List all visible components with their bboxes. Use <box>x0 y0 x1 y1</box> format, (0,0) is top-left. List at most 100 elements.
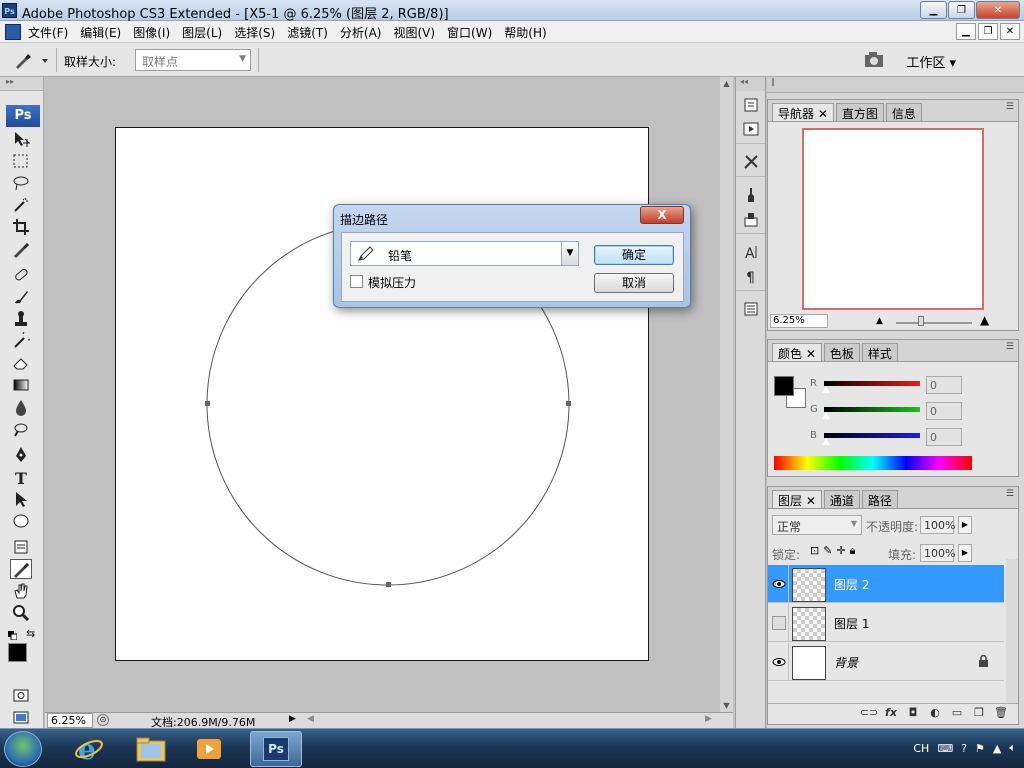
blend-mode-select[interactable]: 正常 ▼ <box>772 515 862 535</box>
foreground-color-swatch[interactable] <box>8 643 27 662</box>
link-icon[interactable]: ⊂⊃ <box>858 704 880 722</box>
layer-row-layer2[interactable]: 图层 2 <box>768 565 1004 603</box>
simulate-pressure-checkbox[interactable] <box>350 275 363 288</box>
swap-colors-icon[interactable]: ⇆ <box>26 627 35 640</box>
panel-menu-icon[interactable]: ☰ <box>1006 342 1014 352</box>
doc-restore-button[interactable]: ❐ <box>978 23 998 40</box>
media-player-icon[interactable] <box>186 731 232 767</box>
character-panel-icon[interactable]: A <box>740 242 762 262</box>
panels-grip[interactable]: ‖ <box>767 77 1024 93</box>
tab-swatches[interactable]: 色板 <box>823 343 860 361</box>
tool-presets-icon[interactable] <box>740 152 762 172</box>
notes-tool-icon[interactable] <box>10 537 32 557</box>
close-icon[interactable]: ✕ <box>806 347 816 361</box>
layer-name[interactable]: 图层 1 <box>834 615 869 632</box>
vertical-scrollbar[interactable]: ▲ ▼ <box>720 77 733 712</box>
layer-name[interactable]: 图层 2 <box>834 576 869 593</box>
chevron-down-icon[interactable]: ▼ <box>561 242 578 265</box>
pen-tool-icon[interactable] <box>10 445 32 465</box>
blur-tool-icon[interactable] <box>10 397 32 417</box>
status-info-icon[interactable]: ⊙ <box>97 714 109 726</box>
minimize-button[interactable]: ▁ <box>920 1 947 19</box>
tab-channels[interactable]: 通道 <box>823 490 860 508</box>
doc-close-button[interactable]: ✕ <box>1000 23 1020 40</box>
ok-button[interactable]: 确定 <box>594 245 674 265</box>
menu-filter[interactable]: 滤镜(T) <box>287 24 328 41</box>
dialog-close-button[interactable]: X <box>640 206 684 224</box>
scroll-down-icon[interactable]: ▼ <box>720 701 733 710</box>
fx-icon[interactable]: fx <box>880 704 902 722</box>
brush-tool-icon[interactable] <box>10 287 32 307</box>
menu-layer[interactable]: 图层(L) <box>182 24 222 41</box>
photoshop-taskbar-button[interactable]: Ps <box>250 731 302 767</box>
red-slider[interactable] <box>824 381 920 386</box>
layer-name[interactable]: 背景 <box>834 654 858 671</box>
adjustment-icon[interactable]: ◐ <box>924 704 946 722</box>
menu-help[interactable]: 帮助(H) <box>504 24 546 41</box>
type-tool-icon[interactable]: T <box>10 467 32 487</box>
layer-row-layer1[interactable]: 图层 1 <box>768 604 1004 642</box>
close-icon[interactable]: ✕ <box>818 107 828 121</box>
tab-navigator[interactable]: 导航器 ✕ <box>772 103 834 121</box>
menu-image[interactable]: 图像(I) <box>133 24 170 41</box>
group-icon[interactable]: ▭ <box>946 704 968 722</box>
mask-icon[interactable]: ◘ <box>902 704 924 722</box>
marquee-tool-icon[interactable] <box>10 151 32 171</box>
tab-layers[interactable]: 图层 ✕ <box>772 490 822 508</box>
dodge-tool-icon[interactable] <box>10 419 32 439</box>
workspace-menu[interactable]: 工作区 ▾ <box>906 52 956 71</box>
move-tool-icon[interactable] <box>10 129 32 149</box>
path-selection-tool-icon[interactable] <box>10 489 32 509</box>
hand-tool-icon[interactable] <box>10 581 32 601</box>
menu-file[interactable]: 文件(F) <box>28 24 68 41</box>
tab-color[interactable]: 颜色 ✕ <box>772 343 822 361</box>
scroll-up-icon[interactable]: ▲ <box>720 79 733 88</box>
navigator-thumbnail[interactable] <box>802 128 984 310</box>
restore-button[interactable]: ❐ <box>948 1 975 19</box>
crop-tool-icon[interactable] <box>10 217 32 237</box>
navigator-zoom-field[interactable]: 6.25% <box>770 314 828 328</box>
quick-mask-icon[interactable] <box>10 685 32 705</box>
green-slider[interactable] <box>824 407 920 412</box>
folder-icon[interactable] <box>128 731 174 767</box>
visibility-eye-icon[interactable] <box>772 577 786 591</box>
lock-transparency-icon[interactable]: ⊡ <box>810 544 819 558</box>
menu-edit[interactable]: 编辑(E) <box>80 24 121 41</box>
path-anchor-point[interactable] <box>386 582 391 587</box>
clone-stamp-tool-icon[interactable] <box>10 309 32 329</box>
ellipse-tool-icon[interactable] <box>10 511 32 531</box>
layer-row-background[interactable]: 背景 <box>768 643 1004 681</box>
toolbox-grip[interactable]: ▸▸ <box>0 77 43 91</box>
close-icon[interactable]: ✕ <box>806 494 816 508</box>
visibility-toggle-off[interactable] <box>772 616 786 630</box>
path-anchor-point[interactable] <box>566 401 571 406</box>
sample-size-select[interactable]: 取样点 ▼ <box>135 49 251 71</box>
lock-all-icon[interactable]: 🔒︎ <box>850 544 856 558</box>
panel-menu-icon[interactable]: ☰ <box>1006 102 1014 112</box>
bridge-icon[interactable] <box>862 49 888 71</box>
menu-analysis[interactable]: 分析(A) <box>340 24 382 41</box>
canvas-workspace[interactable] <box>45 77 733 712</box>
actions-panel-icon[interactable] <box>740 119 762 139</box>
fill-arrow-icon[interactable]: ▶ <box>958 544 972 562</box>
scroll-right-icon[interactable]: ▶ <box>705 714 712 724</box>
magic-wand-tool-icon[interactable] <box>10 195 32 215</box>
status-menu-arrow-icon[interactable]: ▶ <box>289 714 296 724</box>
brushes-panel-icon[interactable] <box>740 185 762 205</box>
close-button[interactable]: ✕ <box>976 1 1020 19</box>
active-eyedropper-tool-icon[interactable] <box>10 559 32 579</box>
blue-slider-handle[interactable] <box>822 438 830 445</box>
language-indicator[interactable]: CH <box>913 742 929 755</box>
tab-styles[interactable]: 样式 <box>861 343 898 361</box>
doc-minimize-button[interactable]: ▁ <box>956 23 976 40</box>
menu-select[interactable]: 选择(S) <box>234 24 275 41</box>
red-value-field[interactable]: 0 <box>926 376 962 394</box>
tab-paths[interactable]: 路径 <box>861 490 898 508</box>
eraser-tool-icon[interactable] <box>10 353 32 373</box>
ie-icon[interactable]: e <box>66 731 112 767</box>
foreground-color-swatch[interactable] <box>774 376 794 396</box>
lock-position-icon[interactable]: ✛ <box>836 544 845 558</box>
scroll-left-icon[interactable]: ◀ <box>307 714 314 724</box>
blue-value-field[interactable]: 0 <box>926 428 962 446</box>
trash-icon[interactable]: 🗑︎ <box>990 704 1012 722</box>
